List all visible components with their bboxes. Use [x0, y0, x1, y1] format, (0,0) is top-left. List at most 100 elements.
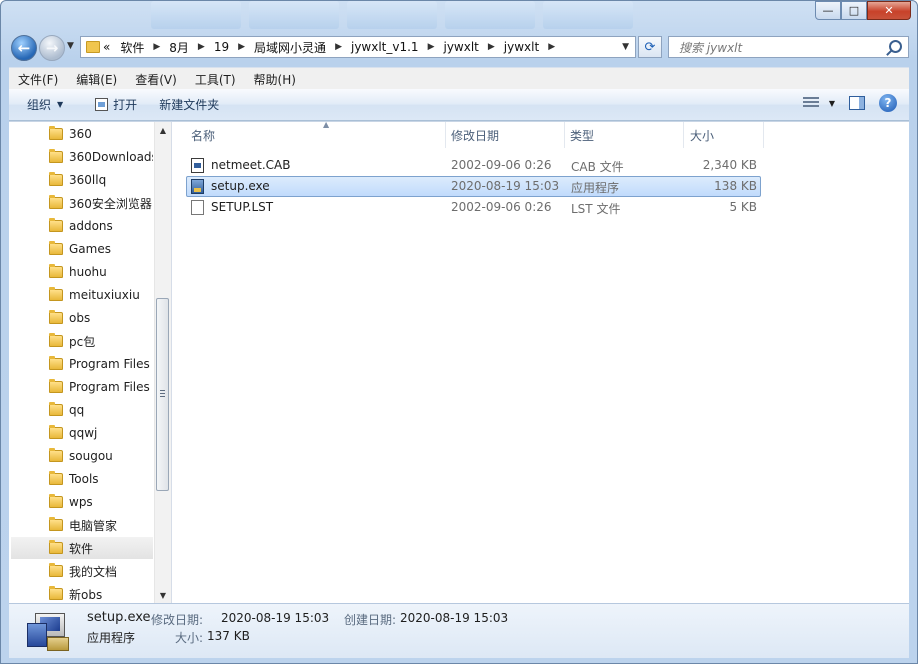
address-bar[interactable]: « 软件 ▶ 8月 ▶ 19 ▶ 局域网小灵通 ▶ jywxlt_v1.1 ▶ jywxl…	[80, 36, 636, 58]
search-input[interactable]	[677, 38, 881, 58]
background-blur	[151, 1, 633, 31]
forward-arrow-icon: →	[45, 39, 59, 57]
breadcrumb-item[interactable]: jywxlt	[504, 40, 539, 54]
nav-folder-item[interactable]: 360Downloads	[11, 146, 153, 168]
refresh-button[interactable]: ⟳	[638, 36, 662, 58]
file-name: SETUP.LST	[211, 200, 274, 214]
menu-edit[interactable]: 编辑(E)	[67, 71, 126, 88]
column-header-type[interactable]: 类型	[565, 122, 684, 148]
column-header-size[interactable]: 大小	[684, 122, 764, 148]
text-file-icon	[191, 200, 204, 215]
nav-folder-label: 我的文档	[69, 564, 118, 579]
recent-pages-dropdown[interactable]: ▼	[67, 41, 74, 51]
new-folder-button[interactable]: 新建文件夹	[159, 96, 219, 113]
file-row[interactable]: SETUP.LST 2002-09-06 0:26 LST 文件 5 KB	[186, 197, 761, 218]
nav-folder-item[interactable]: Program Files	[11, 353, 153, 375]
nav-folder-item[interactable]: pc包	[11, 330, 153, 352]
nav-folder-item[interactable]: wps	[11, 491, 153, 513]
navigation-pane: 360 360Downloads 360llq 360安全浏览器 addons Games…	[9, 122, 171, 603]
explorer-window: — □ ✕ ← → ▼ « 软件 ▶ 8月 ▶ 19 ▶ 局域网小灵通 ▶ jywxlt…	[0, 0, 918, 664]
breadcrumb-overflow[interactable]: «	[103, 40, 110, 54]
minimize-button[interactable]: —	[815, 1, 841, 20]
breadcrumb-item[interactable]: 局域网小灵通	[254, 39, 326, 56]
close-button[interactable]: ✕	[867, 1, 911, 20]
nav-folder-item[interactable]: meituxiuxiu	[11, 284, 153, 306]
main-area: 360 360Downloads 360llq 360安全浏览器 addons Games…	[9, 120, 909, 603]
nav-folder-label: meituxiuxiu	[69, 288, 140, 302]
menu-file[interactable]: 文件(F)	[9, 71, 67, 88]
folder-icon	[49, 517, 63, 531]
menu-tools[interactable]: 工具(T)	[186, 71, 245, 88]
nav-folder-item[interactable]: Tools	[11, 468, 153, 490]
help-icon[interactable]: ?	[879, 94, 897, 112]
nav-folder-item[interactable]: 360llq	[11, 169, 153, 191]
breadcrumb-item[interactable]: 8月	[169, 39, 189, 56]
folder-icon	[49, 241, 63, 255]
nav-folder-item[interactable]: 新obs	[11, 583, 153, 603]
preview-pane-icon[interactable]	[849, 96, 865, 110]
breadcrumb-item[interactable]: 软件	[120, 39, 144, 56]
breadcrumb-chevron-icon[interactable]: ▶	[428, 42, 435, 52]
nav-folder-item[interactable]: qqwj	[11, 422, 153, 444]
column-modified-label: 修改日期	[451, 128, 500, 143]
forward-button[interactable]: →	[39, 35, 65, 61]
nav-folder-item[interactable]: addons	[11, 215, 153, 237]
address-history-dropdown[interactable]: ▼	[622, 42, 629, 52]
nav-folder-item[interactable]: Program Files	[11, 376, 153, 398]
folder-icon	[49, 287, 63, 301]
nav-folder-label: 360Downloads	[69, 150, 153, 164]
scroll-up-arrow-icon[interactable]: ▲	[155, 122, 171, 138]
nav-folder-item[interactable]: Games	[11, 238, 153, 260]
nav-scrollbar[interactable]: ▲ ▼	[154, 122, 171, 603]
nav-folder-item[interactable]: obs	[11, 307, 153, 329]
column-header-modified[interactable]: 修改日期	[446, 122, 565, 148]
scroll-down-arrow-icon[interactable]: ▼	[155, 587, 171, 603]
search-box[interactable]	[668, 36, 909, 58]
breadcrumb-overflow-label: «	[103, 40, 111, 54]
breadcrumb-chevron-icon[interactable]: ▶	[198, 42, 205, 52]
back-button[interactable]: ←	[11, 35, 37, 61]
file-type: 应用程序	[571, 181, 620, 195]
nav-folder-item[interactable]: 360	[11, 123, 153, 145]
nav-folder-item[interactable]: 360安全浏览器	[11, 192, 153, 214]
nav-folder-item[interactable]: 电脑管家	[11, 514, 153, 536]
nav-folder-label: Tools	[69, 472, 99, 486]
nav-folder-label: sougou	[69, 449, 113, 463]
breadcrumb-chevron-icon[interactable]: ▶	[548, 42, 555, 52]
file-size: 138 KB	[714, 179, 757, 193]
details-modified-value: 2020-08-19 15:03	[221, 611, 330, 625]
breadcrumb-chevron-icon[interactable]: ▶	[153, 42, 160, 52]
breadcrumb-chevron-icon[interactable]: ▶	[335, 42, 342, 52]
breadcrumb-chevron-icon[interactable]: ▶	[238, 42, 245, 52]
folder-icon	[49, 448, 63, 462]
file-row[interactable]: netmeet.CAB 2002-09-06 0:26 CAB 文件 2,340 KB	[186, 155, 761, 176]
organize-button[interactable]: 组织 ▼	[27, 96, 63, 113]
caption-buttons: — □ ✕	[815, 1, 911, 20]
nav-folder-item[interactable]: 软件	[11, 537, 153, 559]
chevron-down-icon[interactable]: ▼	[829, 99, 835, 108]
nav-folder-item[interactable]: huohu	[11, 261, 153, 283]
open-label: 打开	[113, 98, 138, 112]
file-row[interactable]: setup.exe 2020-08-19 15:03 应用程序 138 KB	[186, 176, 761, 197]
chevron-down-icon: ▼	[57, 100, 64, 109]
breadcrumb-chevron-icon[interactable]: ▶	[488, 42, 495, 52]
folder-icon	[49, 126, 63, 140]
nav-folder-item[interactable]: qq	[11, 399, 153, 421]
nav-folder-label: huohu	[69, 265, 107, 279]
breadcrumb-item[interactable]: jywxlt	[443, 40, 478, 54]
breadcrumb-item[interactable]: jywxlt_v1.1	[351, 40, 419, 54]
open-button[interactable]: 打开	[95, 96, 137, 113]
maximize-button[interactable]: □	[841, 1, 867, 20]
menu-help[interactable]: 帮助(H)	[245, 71, 305, 88]
folder-icon	[49, 540, 63, 554]
menu-view[interactable]: 查看(V)	[126, 71, 186, 88]
scroll-thumb[interactable]	[156, 298, 169, 491]
nav-folder-item[interactable]: 我的文档	[11, 560, 153, 582]
change-view-button[interactable]: ▼	[802, 97, 835, 109]
column-header-name[interactable]: 名称 ▲	[186, 120, 446, 148]
search-icon[interactable]	[889, 40, 902, 53]
nav-folder-label: Program Files	[69, 357, 150, 371]
folder-icon	[49, 402, 63, 416]
nav-folder-item[interactable]: sougou	[11, 445, 153, 467]
breadcrumb-item[interactable]: 19	[214, 40, 229, 54]
